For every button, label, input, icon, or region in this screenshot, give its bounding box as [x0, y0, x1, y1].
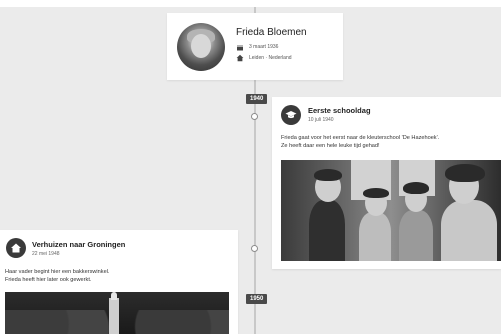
birth-row: 3 maart 1936: [236, 43, 278, 51]
profile-card[interactable]: Frieda Bloemen 3 maart 1936 Leiden · Ned…: [167, 13, 343, 80]
church-tower: [109, 298, 119, 334]
timeline-node[interactable]: [251, 245, 258, 252]
year-marker-1940: 1940: [246, 94, 268, 104]
place-row: Leiden · Nederland: [236, 54, 292, 62]
church-tower-top: [111, 292, 117, 300]
event-description: Haar vader begint hier een bakkerswinkel…: [5, 268, 109, 284]
year-marker-1950: 1950: [246, 294, 268, 304]
home-icon: [6, 238, 26, 258]
event-photo-children[interactable]: [281, 160, 501, 261]
graduation-cap-icon: [281, 105, 301, 125]
timeline-node[interactable]: [251, 113, 258, 120]
top-strip: [0, 0, 501, 7]
avatar-face: [191, 34, 211, 58]
profile-name: Frieda Bloemen: [236, 27, 307, 38]
event-card-verhuizen-naar-groningen[interactable]: Verhuizen naar Groningen 22 mei 1948 Haa…: [0, 230, 238, 334]
event-photo-groningen[interactable]: [5, 292, 229, 334]
event-title: Verhuizen naar Groningen: [32, 240, 126, 249]
event-description: Frieda gaat voor het eerst naar de kleut…: [281, 134, 439, 150]
event-description-line: Frieda gaat voor het eerst naar de kleut…: [281, 135, 440, 141]
cake-icon: [236, 43, 244, 51]
event-description-line: Ze heeft daar een hele leuke tijd gehad!: [281, 143, 380, 149]
birth-place: Leiden · Nederland: [249, 55, 292, 61]
event-description-line: Frieda heeft hier later ook gewerkt.: [5, 277, 92, 283]
event-card-eerste-schooldag[interactable]: Eerste schooldag 10 juli 1940 Frieda gaa…: [272, 97, 501, 269]
avatar[interactable]: [177, 23, 225, 71]
event-title: Eerste schooldag: [308, 106, 371, 115]
home-icon: [236, 54, 244, 62]
event-date: 10 juli 1940: [308, 117, 334, 123]
birth-date: 3 maart 1936: [249, 44, 279, 50]
event-description-line: Haar vader begint hier een bakkerswinkel…: [5, 269, 110, 275]
event-date: 22 mei 1948: [32, 251, 60, 257]
